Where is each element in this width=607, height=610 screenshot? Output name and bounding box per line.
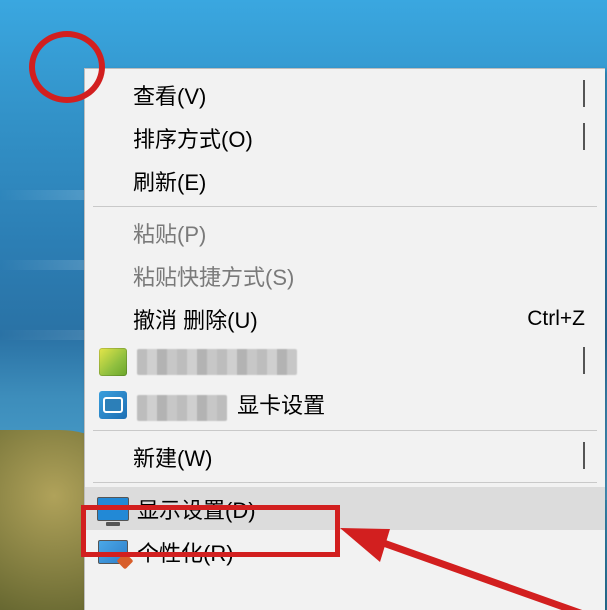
- menu-item-personalize[interactable]: 个性化(R): [85, 530, 605, 573]
- menu-item-sort[interactable]: 排序方式(O): [85, 116, 605, 159]
- chevron-right-icon: [583, 82, 585, 108]
- menu-separator: [93, 206, 597, 207]
- menu-label: 排序方式(O): [133, 122, 571, 154]
- menu-label: 查看(V): [133, 79, 571, 111]
- personalize-icon: [89, 540, 137, 564]
- menu-item-refresh[interactable]: 刷新(E): [85, 159, 605, 202]
- menu-label: 刷新(E): [133, 165, 585, 197]
- vendor-icon: [89, 348, 137, 376]
- menu-label-blurred: 显卡设置: [137, 388, 585, 420]
- menu-item-paste-shortcut: 粘贴快捷方式(S): [85, 254, 605, 297]
- menu-separator: [93, 430, 597, 431]
- menu-item-vendor-1[interactable]: [85, 340, 605, 383]
- menu-label: 粘贴快捷方式(S): [133, 260, 585, 292]
- menu-label-suffix: 显卡设置: [237, 393, 325, 418]
- menu-item-paste: 粘贴(P): [85, 211, 605, 254]
- vendor-icon: [89, 391, 137, 419]
- annotation-circle: [29, 31, 105, 103]
- desktop-context-menu: 查看(V) 排序方式(O) 刷新(E) 粘贴(P) 粘贴快捷方式(S) 撤消 删…: [84, 68, 605, 610]
- menu-item-display-settings[interactable]: 显示设置(D): [85, 487, 605, 530]
- menu-label: 个性化(R): [137, 536, 585, 568]
- menu-label: 粘贴(P): [133, 217, 585, 249]
- menu-shortcut: Ctrl+Z: [527, 307, 585, 331]
- menu-label: 新建(W): [133, 441, 571, 473]
- menu-label-blurred: [137, 348, 571, 375]
- chevron-right-icon: [583, 444, 585, 470]
- menu-separator: [93, 482, 597, 483]
- chevron-right-icon: [583, 349, 585, 375]
- menu-label: 撤消 删除(U): [133, 303, 507, 335]
- menu-label: 显示设置(D): [137, 493, 585, 525]
- chevron-right-icon: [583, 125, 585, 151]
- monitor-icon: [89, 497, 137, 521]
- menu-item-vendor-2[interactable]: 显卡设置: [85, 383, 605, 426]
- menu-item-new[interactable]: 新建(W): [85, 435, 605, 478]
- menu-item-view[interactable]: 查看(V): [85, 73, 605, 116]
- menu-item-undo-delete[interactable]: 撤消 删除(U) Ctrl+Z: [85, 297, 605, 340]
